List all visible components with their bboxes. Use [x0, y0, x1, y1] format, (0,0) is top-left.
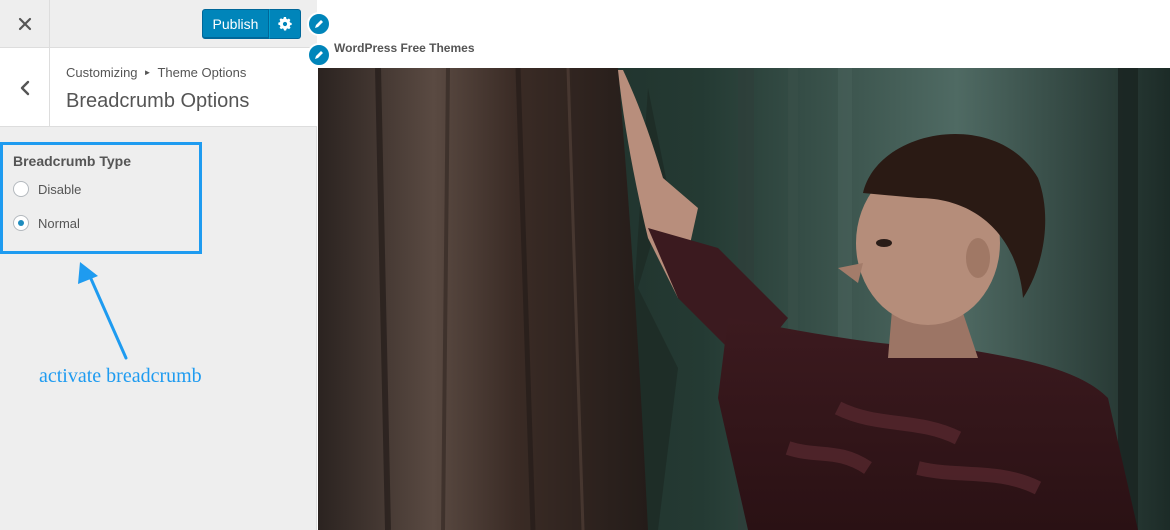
- customizer-sidebar: Publish Customizing ► Theme Options Breadc…: [0, 0, 317, 530]
- hero-image: [318, 68, 1170, 530]
- annotation-text: activate breadcrumb: [39, 365, 202, 387]
- breadcrumb-parent: Theme Options: [157, 65, 247, 80]
- breadcrumb-type-control: Breadcrumb Type Disable Normal: [0, 142, 202, 254]
- site-title[interactable]: WordPress Free Themes: [334, 41, 475, 55]
- caret-right-icon: ►: [143, 68, 152, 77]
- publish-settings-button[interactable]: [269, 9, 301, 39]
- customizer-topbar: Publish: [0, 0, 317, 48]
- radio-disable[interactable]: [13, 181, 29, 197]
- edit-shortcut-button[interactable]: [307, 43, 331, 67]
- radio-option-disable[interactable]: Disable: [13, 181, 81, 197]
- breadcrumb-root: Customizing: [66, 65, 138, 80]
- breadcrumb: Customizing ► Theme Options: [66, 65, 246, 80]
- chevron-left-icon: [20, 80, 29, 95]
- radio-label-disable: Disable: [38, 181, 82, 197]
- back-button[interactable]: [0, 48, 50, 127]
- radio-label-normal: Normal: [38, 215, 80, 231]
- radio-option-normal[interactable]: Normal: [13, 215, 80, 231]
- section-header: Customizing ► Theme Options Breadcrumb Opt…: [0, 48, 317, 127]
- site-preview: WordPress Free Themes: [307, 0, 1170, 530]
- annotation-arrow-icon: [78, 262, 128, 360]
- forest-photo: [318, 68, 1170, 530]
- pencil-icon: [315, 51, 323, 59]
- publish-button[interactable]: Publish: [202, 9, 269, 39]
- radio-normal[interactable]: [13, 215, 29, 231]
- section-title: Breadcrumb Options: [66, 90, 250, 112]
- close-customizer-button[interactable]: [0, 0, 50, 48]
- publish-group: Publish: [202, 9, 301, 39]
- gear-icon: [278, 17, 292, 31]
- pencil-icon: [315, 20, 323, 28]
- control-title: Breadcrumb Type: [13, 153, 131, 169]
- edit-shortcut-button[interactable]: [307, 12, 331, 36]
- close-icon: [18, 17, 31, 31]
